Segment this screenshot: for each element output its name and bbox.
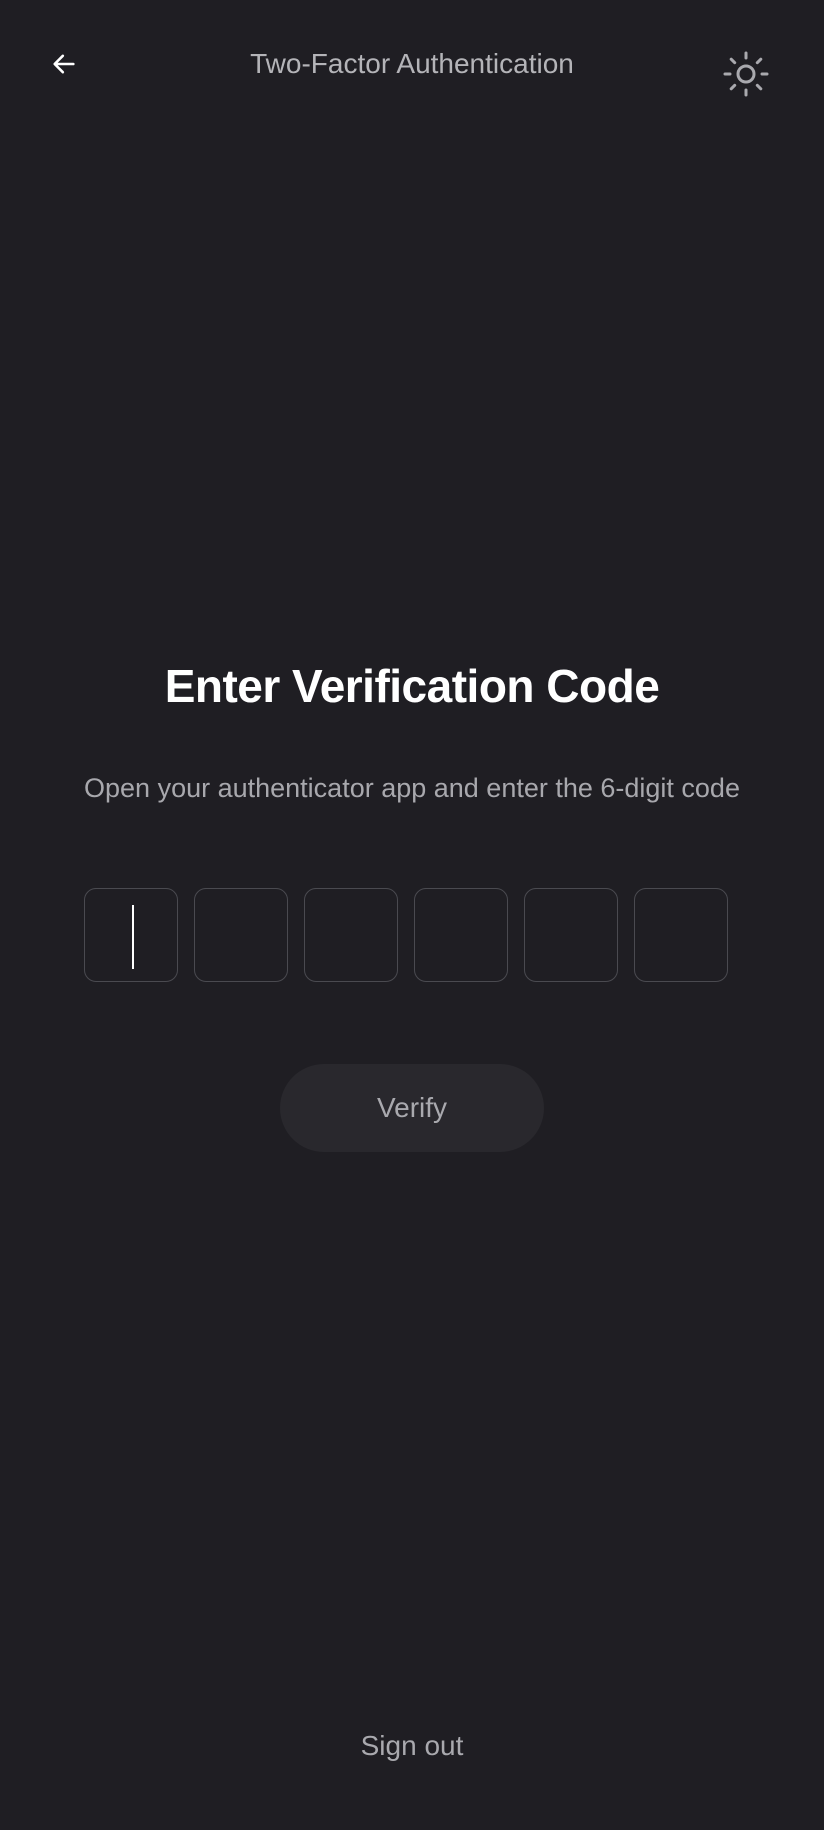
verify-button[interactable]: Verify [280, 1064, 544, 1152]
sun-icon [723, 51, 769, 97]
code-digit-2-input[interactable] [194, 888, 288, 982]
arrow-left-icon [53, 54, 75, 74]
top-app-bar: Two-Factor Authentication [0, 0, 824, 128]
code-input-row [84, 888, 740, 984]
theme-toggle-button[interactable] [722, 46, 770, 102]
code-digit-1-input[interactable] [84, 888, 178, 982]
verification-heading: Enter Verification Code [164, 660, 660, 712]
code-digit-4-input[interactable] [414, 888, 508, 982]
code-digit-5-input[interactable] [524, 888, 618, 982]
code-digit-6-input[interactable] [634, 888, 728, 982]
page-title: Two-Factor Authentication [250, 48, 574, 79]
sign-out-link[interactable]: Sign out [0, 1726, 824, 1766]
back-button[interactable] [36, 36, 92, 92]
verification-instructions: Open your authenticator app and enter th… [84, 773, 740, 803]
text-caret [132, 905, 134, 969]
code-digit-3-input[interactable] [304, 888, 398, 982]
two-factor-screen: Two-Factor Authentication Enter Verifica… [0, 0, 824, 1830]
